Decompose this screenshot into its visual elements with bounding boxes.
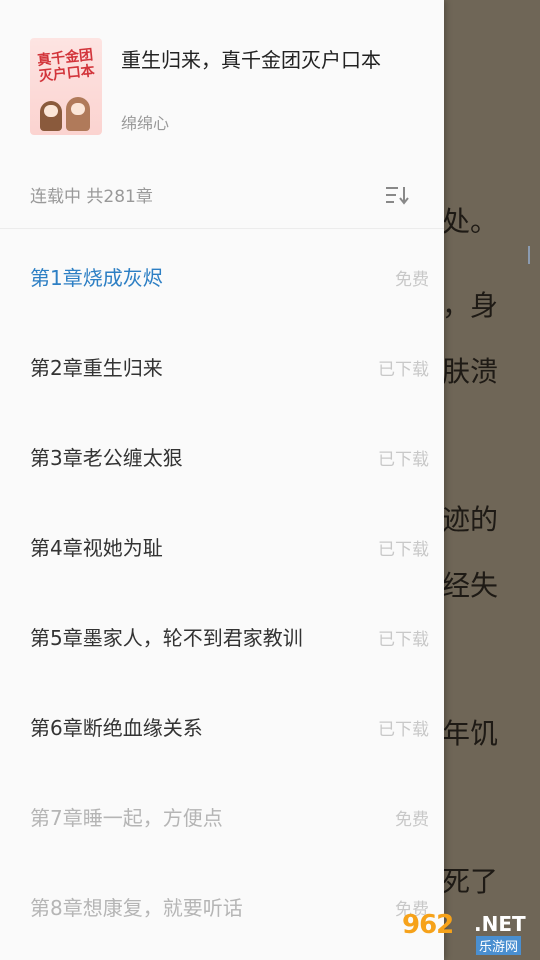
chapter-item[interactable]: 第5章墨家人，轮不到君家教训 已下载 [0, 589, 444, 679]
chapter-list: 第1章烧成灰烬 免费 第2章重生归来 已下载 第3章老公缠太狠 已下载 第4章视… [0, 229, 444, 949]
reader-text-line: 迹的 [442, 503, 499, 536]
chapter-title: 第1章烧成灰烬 [30, 266, 163, 290]
chapter-item[interactable]: 第3章老公缠太狠 已下载 [0, 409, 444, 499]
book-author: 绵绵心 [121, 114, 170, 133]
sort-icon[interactable] [384, 184, 414, 206]
reader-text-line: ，身 [442, 289, 499, 322]
page-edge-marker [528, 246, 540, 264]
cover-title: 真千金团灭户口本 [36, 47, 96, 85]
chapter-status-row: 连载中 共281章 [0, 170, 444, 229]
book-cover[interactable]: 真千金团灭户口本 [30, 38, 102, 135]
chapter-item[interactable]: 第7章睡一起，方便点 免费 [0, 769, 444, 859]
chapter-item[interactable]: 第2章重生归来 已下载 [0, 319, 444, 409]
chapter-item[interactable]: 第4章视她为耻 已下载 [0, 499, 444, 589]
chapter-title: 第8章想康复，就要听话 [30, 896, 243, 920]
chapter-item[interactable]: 第6章断绝血缘关系 已下载 [0, 679, 444, 769]
chapter-status: 已下载 [378, 540, 429, 560]
chapter-title: 第6章断绝血缘关系 [30, 716, 203, 740]
reader-text-line: 年饥 [442, 717, 499, 750]
chapter-title: 第4章视她为耻 [30, 536, 163, 560]
book-title: 重生归来，真千金团灭户口本 [121, 48, 381, 72]
chapter-item[interactable]: 第1章烧成灰烬 免费 [0, 229, 444, 319]
watermark-domain: .NET [474, 912, 526, 936]
watermark-brand: 962 [402, 910, 454, 940]
chapter-title: 第2章重生归来 [30, 356, 163, 380]
cover-figure-face [71, 103, 85, 115]
reader-text-line: 经失 [442, 569, 499, 602]
chapter-status: 已下载 [378, 450, 429, 470]
chapter-status: 免费 [395, 270, 429, 290]
chapter-drawer: 真千金团灭户口本 重生归来，真千金团灭户口本 绵绵心 连载中 共281章 第1章… [0, 0, 444, 960]
chapter-item[interactable]: 第8章想康复，就要听话 免费 [0, 859, 444, 949]
book-header[interactable]: 真千金团灭户口本 重生归来，真千金团灭户口本 绵绵心 [0, 0, 444, 170]
reader-text-line: 死了 [442, 865, 499, 898]
chapter-status: 免费 [395, 810, 429, 830]
serial-status: 连载中 共281章 [30, 187, 153, 207]
chapter-title: 第3章老公缠太狠 [30, 446, 183, 470]
watermark-sub: 乐游网 [476, 936, 522, 955]
chapter-title: 第7章睡一起，方便点 [30, 806, 223, 830]
chapter-title: 第5章墨家人，轮不到君家教训 [30, 626, 303, 650]
reader-text-line: 处。 [442, 205, 499, 238]
chapter-status: 已下载 [378, 630, 429, 650]
chapter-status: 已下载 [378, 360, 429, 380]
reader-text-line: 肤溃 [442, 355, 499, 388]
cover-figure-face [44, 105, 58, 117]
chapter-status: 已下载 [378, 720, 429, 740]
site-watermark: 962 .NET 乐游网 [402, 908, 536, 956]
